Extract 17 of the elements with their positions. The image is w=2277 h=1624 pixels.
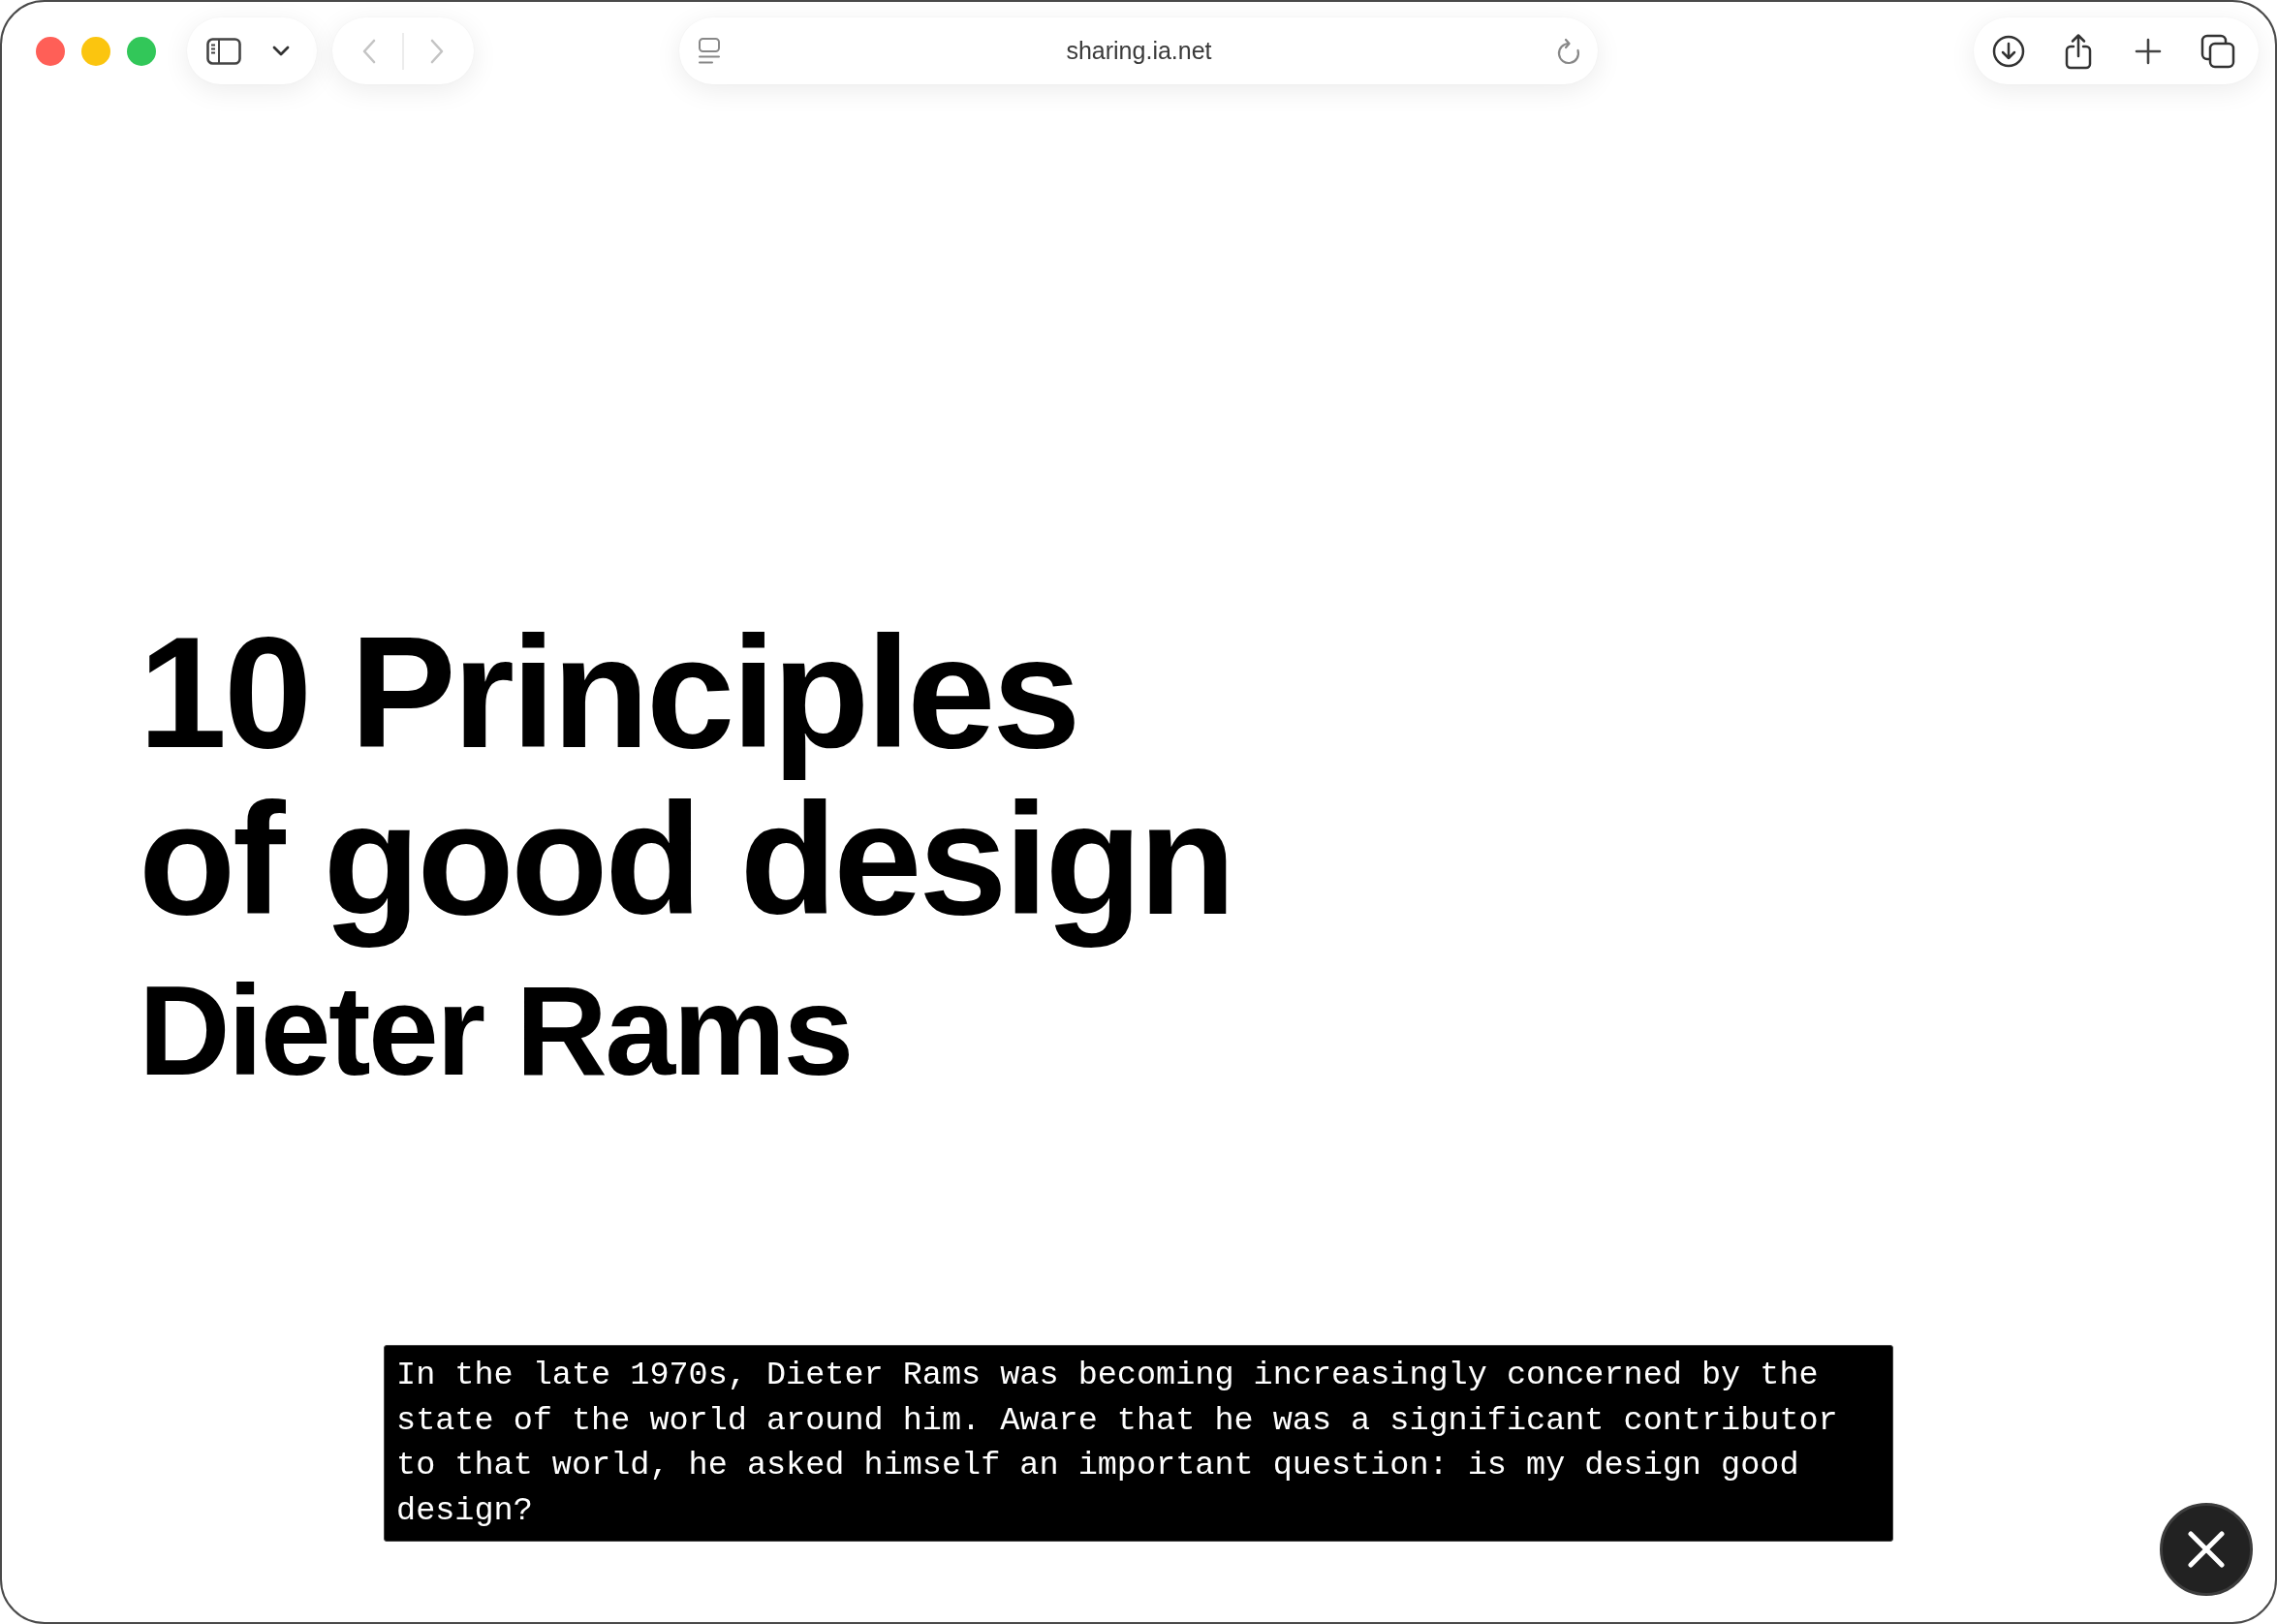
page-title: 10 Principles of good design xyxy=(139,609,1234,950)
back-chevron-icon xyxy=(362,38,376,64)
chevron-down-icon xyxy=(272,46,290,56)
download-icon xyxy=(1992,34,2025,68)
address-bar[interactable]: sharing.ia.net xyxy=(679,17,1598,84)
close-icon xyxy=(2188,1531,2225,1568)
plus-icon xyxy=(2135,37,2162,65)
tabs-icon xyxy=(2200,33,2235,69)
window-close-button[interactable] xyxy=(36,36,65,66)
sidebar-icon xyxy=(206,37,241,65)
share-icon xyxy=(2065,32,2092,70)
caption: In the late 1970s, Dieter Rams was becoming increasingly concerned by the state of the world around him. Aware that he was a significant contributor to that world, he asked himself an important question: is my design good design? xyxy=(384,1345,1893,1542)
url-text: sharing.ia.net xyxy=(1065,37,1213,65)
page-layout-icon xyxy=(698,37,721,65)
reload-icon xyxy=(1556,37,1581,65)
forward-chevron-icon xyxy=(430,38,444,64)
author-name: Dieter Rams xyxy=(139,961,852,1101)
